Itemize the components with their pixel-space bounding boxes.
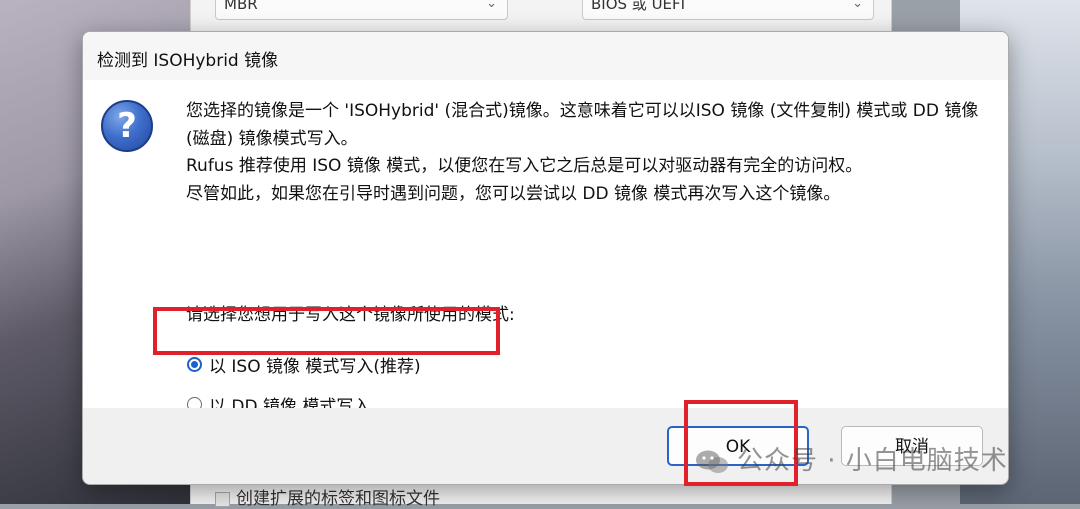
partition-scheme-value: MBR bbox=[224, 0, 258, 13]
isohybrid-dialog: 检测到 ISOHybrid 镜像 ? 您选择的镜像是一个 'ISOHybrid'… bbox=[82, 31, 1009, 485]
dialog-title: 检测到 ISOHybrid 镜像 bbox=[97, 51, 279, 71]
chevron-down-icon: ⌄ bbox=[852, 0, 863, 11]
radio-selected-icon[interactable] bbox=[187, 357, 202, 372]
watermark-text: 公众号 · 小白电脑技术 bbox=[737, 446, 1008, 476]
wechat-icon bbox=[696, 450, 728, 473]
extended-label-checkbox[interactable]: 创建扩展的标签和图标文件 bbox=[215, 484, 440, 509]
mode-prompt: 请选择您想用于写入这个镜像所使用的模式: bbox=[186, 305, 515, 325]
message-line: 尽管如此，如果您在引导时遇到问题，您可以尝试以 DD 镜像 模式再次写入这个镜像… bbox=[186, 183, 841, 204]
checkbox-box[interactable] bbox=[215, 491, 230, 507]
dialog-message: 您选择的镜像是一个 'ISOHybrid' (混合式)镜像。这意味着它可以以IS… bbox=[186, 98, 986, 208]
message-line: Rufus 推荐使用 ISO 镜像 模式，以便您在写入它之后总是可以对驱动器有完… bbox=[186, 156, 863, 176]
option-iso-mode[interactable]: 以 ISO 镜像 模式写入(推荐) bbox=[187, 352, 421, 377]
checkbox-label: 创建扩展的标签和图标文件 bbox=[236, 489, 440, 509]
chevron-down-icon: ⌄ bbox=[486, 0, 497, 11]
target-system-value: BIOS 或 UEFI bbox=[591, 0, 686, 13]
dialog-content: ? 您选择的镜像是一个 'ISOHybrid' (混合式)镜像。这意味着它可以以… bbox=[83, 80, 1008, 417]
target-system-select[interactable]: BIOS 或 UEFI ⌄ bbox=[582, 0, 874, 20]
option-iso-label: 以 ISO 镜像 模式写入(推荐) bbox=[209, 357, 421, 377]
message-line: 您选择的镜像是一个 'ISOHybrid' (混合式)镜像。这意味着它可以以IS… bbox=[186, 101, 979, 149]
partition-scheme-select[interactable]: MBR ⌄ bbox=[215, 0, 508, 20]
question-icon: ? bbox=[101, 100, 153, 152]
dialog-title-bar: 检测到 ISOHybrid 镜像 bbox=[83, 32, 1008, 80]
watermark: 公众号 · 小白电脑技术 bbox=[695, 440, 1008, 477]
